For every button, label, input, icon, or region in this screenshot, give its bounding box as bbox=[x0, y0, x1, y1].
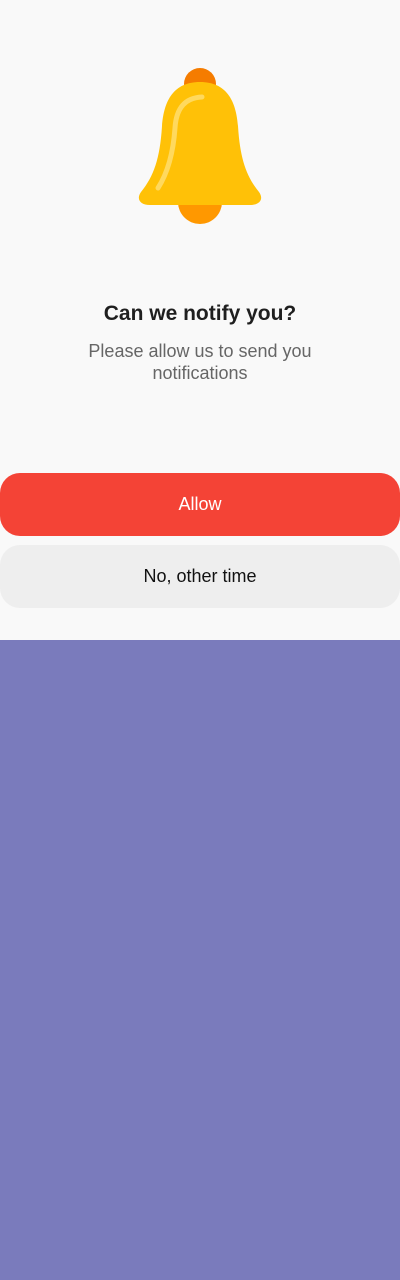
notification-permission-screen: Can we notify you? Please allow us to se… bbox=[0, 0, 400, 1280]
no-other-time-button-label: No, other time bbox=[143, 566, 257, 586]
bell-icon bbox=[138, 68, 262, 224]
permission-sheet: Can we notify you? Please allow us to se… bbox=[0, 0, 400, 640]
backdrop bbox=[0, 640, 400, 1280]
allow-button[interactable]: Allow bbox=[0, 473, 400, 536]
allow-button-label: Allow bbox=[178, 494, 222, 514]
no-other-time-button[interactable]: No, other time bbox=[0, 545, 400, 608]
dialog-title: Can we notify you? bbox=[103, 302, 297, 325]
dialog-subtitle: Please allow us to send you notification… bbox=[88, 341, 312, 383]
